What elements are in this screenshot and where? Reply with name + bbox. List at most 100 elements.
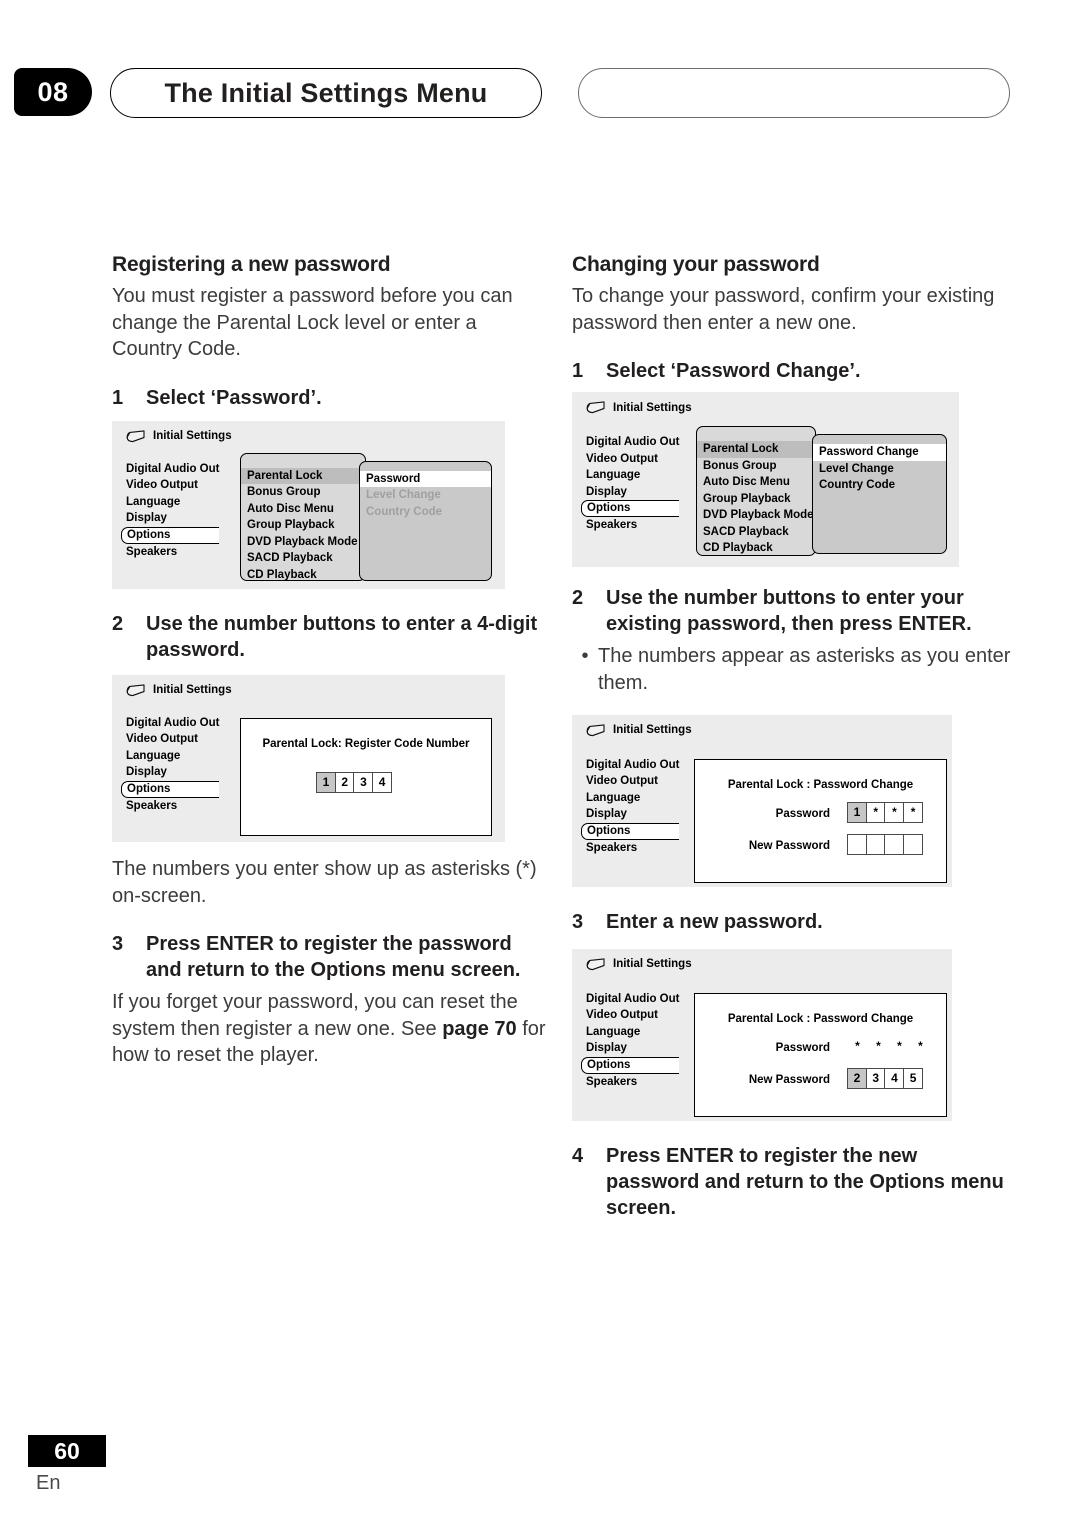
- new-password-digit-4[interactable]: 5: [903, 1067, 924, 1089]
- root-item-options[interactable]: Options: [581, 1056, 680, 1074]
- root-item-options[interactable]: Options: [581, 500, 680, 518]
- root-item-options[interactable]: Options: [121, 526, 220, 544]
- disc-icon: [126, 430, 148, 443]
- right-step-4-number: 4: [572, 1144, 584, 1167]
- root-item-options[interactable]: Options: [121, 780, 220, 798]
- root-item-video-output[interactable]: Video Output: [126, 731, 219, 748]
- new-password-digit-3[interactable]: [884, 833, 905, 855]
- options-item-parental-lock[interactable]: Parental Lock: [241, 467, 365, 485]
- right-step-3: 3 Enter a new password.: [572, 909, 1012, 935]
- root-item-digital-audio-out[interactable]: Digital Audio Out: [126, 715, 219, 732]
- code-digit-4[interactable]: 4: [372, 771, 393, 793]
- password-digit-group[interactable]: 1 * * *: [847, 801, 924, 823]
- password-digit-4[interactable]: *: [903, 801, 924, 823]
- root-item-display[interactable]: Display: [586, 806, 679, 823]
- root-item-video-output[interactable]: Video Output: [586, 451, 679, 468]
- root-item-options[interactable]: Options: [581, 822, 680, 840]
- page-header: 08 The Initial Settings Menu: [0, 68, 1080, 118]
- root-item-speakers[interactable]: Speakers: [586, 1074, 679, 1091]
- root-item-language[interactable]: Language: [586, 790, 679, 807]
- left-column: Registering a new password You must regi…: [112, 252, 552, 1069]
- options-item-cd-playback[interactable]: CD Playback: [241, 567, 365, 584]
- page-reference-link[interactable]: page 70: [442, 1018, 516, 1040]
- password-star-1: *: [855, 1038, 860, 1053]
- options-item-group-playback[interactable]: Group Playback: [241, 517, 365, 534]
- password-digit-2[interactable]: *: [865, 801, 886, 823]
- root-item-video-output[interactable]: Video Output: [586, 773, 679, 790]
- options-item-bonus-group[interactable]: Bonus Group: [241, 484, 365, 501]
- password-digit-1[interactable]: 1: [847, 801, 867, 823]
- root-item-speakers[interactable]: Speakers: [126, 798, 219, 815]
- right-step-2: 2 Use the number buttons to enter your e…: [572, 585, 1012, 637]
- options-item-bonus-group[interactable]: Bonus Group: [697, 458, 815, 475]
- left-step-1-text: Select ‘Password’.: [146, 386, 322, 409]
- right-step-2-number: 2: [572, 587, 584, 610]
- root-item-speakers[interactable]: Speakers: [586, 517, 679, 534]
- osd-options-submenu: Parental Lock Bonus Group Auto Disc Menu…: [240, 452, 366, 584]
- osd-register-code-dialog: Parental Lock: Register Code Number 1 2 …: [240, 717, 492, 836]
- options-item-dvd-playback-mode[interactable]: DVD Playback Mode: [697, 507, 815, 524]
- options-item-dvd-playback-mode[interactable]: DVD Playback Mode: [241, 534, 365, 551]
- root-item-speakers[interactable]: Speakers: [586, 840, 679, 857]
- code-digit-3[interactable]: 3: [353, 771, 374, 793]
- left-intro-paragraph: You must register a password before you …: [112, 285, 513, 361]
- code-digit-2[interactable]: 2: [334, 771, 355, 793]
- disc-icon: [586, 401, 608, 414]
- parental-item-password-change[interactable]: Password Change: [813, 444, 946, 461]
- new-password-digit-3[interactable]: 4: [884, 1067, 905, 1089]
- root-item-language[interactable]: Language: [126, 494, 219, 511]
- osd-root-menu: Digital Audio Out Video Output Language …: [581, 434, 680, 534]
- new-password-digit-group[interactable]: 2 3 4 5: [847, 1067, 924, 1089]
- root-item-digital-audio-out[interactable]: Digital Audio Out: [586, 757, 679, 774]
- code-digit-1[interactable]: 1: [316, 771, 336, 793]
- root-item-digital-audio-out[interactable]: Digital Audio Out: [126, 461, 219, 478]
- new-password-digit-4[interactable]: [903, 833, 924, 855]
- parental-item-country-code[interactable]: Country Code: [360, 504, 491, 521]
- parental-item-level-change[interactable]: Level Change: [813, 461, 946, 478]
- root-item-language[interactable]: Language: [126, 748, 219, 765]
- root-item-display[interactable]: Display: [126, 510, 219, 527]
- root-item-digital-audio-out[interactable]: Digital Audio Out: [586, 434, 679, 451]
- options-item-group-playback[interactable]: Group Playback: [697, 491, 815, 508]
- options-item-cd-playback[interactable]: CD Playback: [697, 540, 815, 557]
- parental-item-password[interactable]: Password: [360, 470, 491, 488]
- left-step-2-text: Use the number buttons to enter a 4-digi…: [146, 612, 538, 661]
- new-password-digit-1[interactable]: 2: [847, 1067, 867, 1089]
- root-item-display[interactable]: Display: [586, 484, 679, 501]
- root-item-language[interactable]: Language: [586, 467, 679, 484]
- new-password-digit-2[interactable]: 3: [865, 1067, 886, 1089]
- options-item-auto-disc-menu[interactable]: Auto Disc Menu: [241, 501, 365, 518]
- options-item-auto-disc-menu[interactable]: Auto Disc Menu: [697, 474, 815, 491]
- code-digit-group[interactable]: 1 2 3 4: [316, 771, 393, 793]
- left-step-2-number: 2: [112, 612, 124, 635]
- root-item-video-output[interactable]: Video Output: [126, 477, 219, 494]
- root-item-digital-audio-out[interactable]: Digital Audio Out: [586, 991, 679, 1008]
- osd-diagram-register-code: Initial Settings Digital Audio Out Video…: [112, 674, 505, 842]
- options-item-sacd-playback[interactable]: SACD Playback: [697, 524, 815, 541]
- osd-title-row: Initial Settings: [126, 430, 232, 443]
- chapter-title: The Initial Settings Menu: [110, 68, 542, 118]
- root-item-speakers[interactable]: Speakers: [126, 544, 219, 561]
- root-item-display[interactable]: Display: [586, 1040, 679, 1057]
- right-intro-paragraph: To change your password, confirm your ex…: [572, 285, 995, 334]
- left-step-3-text: Press ENTER to register the password and…: [146, 933, 521, 982]
- osd-title-row: Initial Settings: [126, 684, 232, 697]
- root-item-language[interactable]: Language: [586, 1024, 679, 1041]
- new-password-digit-1[interactable]: [847, 833, 867, 855]
- root-item-video-output[interactable]: Video Output: [586, 1007, 679, 1024]
- parental-item-country-code[interactable]: Country Code: [813, 477, 946, 494]
- bullet-dot-icon: •: [581, 645, 589, 668]
- options-item-parental-lock[interactable]: Parental Lock: [697, 441, 815, 458]
- left-step-1-number: 1: [112, 386, 124, 409]
- options-item-sacd-playback[interactable]: SACD Playback: [241, 550, 365, 567]
- right-step-2-bullet-text: The numbers appear as asterisks as you e…: [598, 645, 1011, 694]
- new-password-digit-group[interactable]: [847, 833, 924, 855]
- osd-diagram-password-change-entry: Initial Settings Digital Audio Out Video…: [572, 714, 952, 887]
- dialog-title: Parental Lock: Register Code Number: [262, 737, 470, 750]
- root-item-display[interactable]: Display: [126, 764, 219, 781]
- osd-parental-lock-submenu: Password Change Level Change Country Cod…: [812, 434, 947, 555]
- password-digit-3[interactable]: *: [884, 801, 905, 823]
- right-step-1: 1 Select ‘Password Change’.: [572, 358, 1012, 384]
- parental-item-level-change[interactable]: Level Change: [360, 487, 491, 504]
- new-password-digit-2[interactable]: [865, 833, 886, 855]
